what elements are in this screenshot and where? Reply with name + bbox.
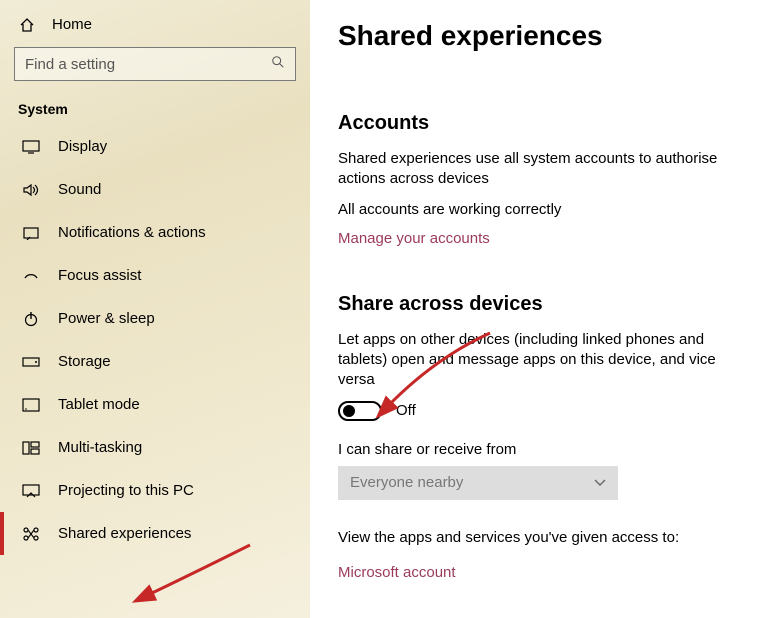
- share-heading: Share across devices: [338, 293, 755, 316]
- search-icon: [271, 55, 285, 73]
- notifications-icon: [22, 226, 40, 240]
- focus-assist-icon: [22, 268, 40, 284]
- multitasking-icon: [22, 441, 40, 455]
- sidebar-item-label: Multi-tasking: [58, 439, 142, 456]
- view-apps-label: View the apps and services you've given …: [338, 528, 755, 548]
- search-input[interactable]: Find a setting: [14, 47, 296, 81]
- receive-select[interactable]: Everyone nearby: [338, 466, 618, 500]
- receive-label: I can share or receive from: [338, 441, 755, 458]
- sidebar-item-projecting[interactable]: Projecting to this PC: [0, 469, 310, 512]
- section-label: System: [0, 97, 310, 125]
- storage-icon: [22, 357, 40, 367]
- sidebar-item-label: Focus assist: [58, 267, 141, 284]
- sidebar-item-label: Display: [58, 138, 107, 155]
- shared-experiences-icon: [22, 526, 40, 542]
- projecting-icon: [22, 484, 40, 498]
- sidebar-item-multitasking[interactable]: Multi-tasking: [0, 426, 310, 469]
- share-desc: Let apps on other devices (including lin…: [338, 330, 755, 391]
- home-link[interactable]: Home: [0, 10, 310, 47]
- sidebar-item-shared-experiences[interactable]: Shared experiences: [0, 512, 310, 555]
- accounts-status: All accounts are working correctly: [338, 200, 755, 220]
- tablet-icon: [22, 398, 40, 412]
- sidebar: Home Find a setting System Display Sound…: [0, 0, 310, 618]
- sidebar-item-storage[interactable]: Storage: [0, 340, 310, 383]
- search-placeholder: Find a setting: [25, 56, 115, 73]
- sound-icon: [22, 183, 40, 197]
- sidebar-item-notifications[interactable]: Notifications & actions: [0, 211, 310, 254]
- display-icon: [22, 140, 40, 154]
- sidebar-item-label: Shared experiences: [58, 525, 191, 542]
- sidebar-item-sound[interactable]: Sound: [0, 168, 310, 211]
- sidebar-item-label: Storage: [58, 353, 111, 370]
- accounts-heading: Accounts: [338, 112, 755, 135]
- sidebar-item-label: Projecting to this PC: [58, 482, 194, 499]
- content-pane: Shared experiences Accounts Shared exper…: [310, 0, 775, 618]
- share-toggle-state: Off: [396, 402, 416, 419]
- chevron-down-icon: [594, 474, 606, 491]
- sidebar-item-tablet-mode[interactable]: Tablet mode: [0, 383, 310, 426]
- page-title: Shared experiences: [338, 20, 755, 52]
- power-icon: [22, 311, 40, 327]
- microsoft-account-link[interactable]: Microsoft account: [338, 564, 456, 581]
- sidebar-item-display[interactable]: Display: [0, 125, 310, 168]
- share-toggle[interactable]: [338, 401, 382, 421]
- sidebar-item-label: Power & sleep: [58, 310, 155, 327]
- manage-accounts-link[interactable]: Manage your accounts: [338, 230, 490, 247]
- home-label: Home: [52, 16, 92, 33]
- sidebar-item-label: Tablet mode: [58, 396, 140, 413]
- sidebar-item-label: Notifications & actions: [58, 224, 206, 241]
- sidebar-item-focus-assist[interactable]: Focus assist: [0, 254, 310, 297]
- receive-value: Everyone nearby: [350, 474, 463, 491]
- accounts-desc: Shared experiences use all system accoun…: [338, 149, 755, 190]
- sidebar-item-label: Sound: [58, 181, 101, 198]
- sidebar-item-power-sleep[interactable]: Power & sleep: [0, 297, 310, 340]
- home-icon: [18, 17, 36, 33]
